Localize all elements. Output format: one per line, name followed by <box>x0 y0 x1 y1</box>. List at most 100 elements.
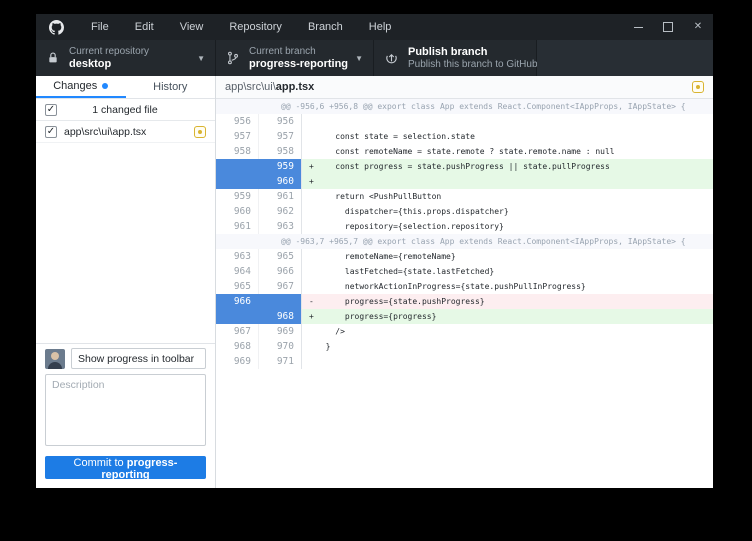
code-text: lastFetched={state.lastFetched} <box>316 267 494 276</box>
menu-view[interactable]: View <box>167 14 217 40</box>
menu-branch[interactable]: Branch <box>295 14 356 40</box>
diff-line-row[interactable]: 957957 const state = selection.state <box>216 129 713 144</box>
old-line-number[interactable]: 963 <box>216 249 259 264</box>
old-line-number[interactable]: 967 <box>216 324 259 339</box>
new-line-number[interactable]: 971 <box>259 354 302 369</box>
diff-line-row[interactable]: 967969 /> <box>216 324 713 339</box>
menu-file[interactable]: File <box>78 14 122 40</box>
old-line-number[interactable]: 969 <box>216 354 259 369</box>
diff-hunk-row[interactable]: @@ -963,7 +965,7 @@ export class App ext… <box>216 234 713 249</box>
new-line-number[interactable]: 968 <box>259 309 302 324</box>
code-text: /> <box>316 327 345 336</box>
old-line-number[interactable]: 968 <box>216 339 259 354</box>
diff-line-row[interactable]: 960 + <box>216 174 713 189</box>
new-line-number[interactable]: 967 <box>259 279 302 294</box>
code-cell: - progress={state.pushProgress} <box>302 294 713 309</box>
old-line-number[interactable]: 965 <box>216 279 259 294</box>
tab-changes[interactable]: Changes <box>36 76 126 98</box>
old-line-number[interactable]: 966 <box>216 294 259 309</box>
new-line-number[interactable]: 960 <box>259 174 302 189</box>
diff-line-row[interactable]: 966 - progress={state.pushProgress} <box>216 294 713 309</box>
title-bar: File Edit View Repository Branch Help ✕ <box>36 14 713 40</box>
diff-line-row[interactable]: 963965 remoteName={remoteName} <box>216 249 713 264</box>
old-line-number[interactable]: 959 <box>216 189 259 204</box>
new-line-number[interactable]: 962 <box>259 204 302 219</box>
diff-line-row[interactable]: 965967 networkActionInProgress={state.pu… <box>216 279 713 294</box>
new-line-number[interactable]: 958 <box>259 144 302 159</box>
diff-line-row[interactable]: 968+ progress={progress} <box>216 309 713 324</box>
new-line-number[interactable]: 956 <box>259 114 302 129</box>
code-cell: /> <box>302 324 713 339</box>
new-line-number[interactable] <box>259 294 302 309</box>
branch-name: progress-reporting <box>249 58 347 71</box>
code-text: progress={state.pushProgress} <box>316 297 485 306</box>
diff-marker: + <box>309 174 314 189</box>
repository-label: Current repository <box>69 46 149 58</box>
old-line-number[interactable]: 958 <box>216 144 259 159</box>
diff-line-row[interactable]: 959961 return <PushPullButton <box>216 189 713 204</box>
publish-branch-button[interactable]: Publish branch Publish this branch to Gi… <box>374 40 537 76</box>
new-line-number[interactable]: 963 <box>259 219 302 234</box>
old-line-number[interactable] <box>216 174 259 189</box>
old-line-number[interactable]: 956 <box>216 114 259 129</box>
old-line-number[interactable]: 960 <box>216 204 259 219</box>
diff-line-row[interactable]: 961963 repository={selection.repository} <box>216 219 713 234</box>
menu-edit[interactable]: Edit <box>122 14 167 40</box>
code-text: networkActionInProgress={state.pushPullI… <box>316 282 586 291</box>
maximize-button[interactable] <box>653 14 683 40</box>
modified-badge-icon <box>692 81 704 93</box>
menu-repository[interactable]: Repository <box>216 14 295 40</box>
new-line-number[interactable]: 957 <box>259 129 302 144</box>
git-branch-icon <box>226 51 240 65</box>
current-repository-button[interactable]: Current repository desktop ▼ <box>36 40 216 76</box>
diff-marker: + <box>309 159 314 174</box>
close-icon: ✕ <box>694 22 702 32</box>
diff-hunk-row[interactable]: @@ -956,6 +956,8 @@ export class App ext… <box>216 99 713 114</box>
diff-line-row[interactable]: 958958 const remoteName = state.remote ?… <box>216 144 713 159</box>
modified-badge-icon <box>194 126 206 138</box>
code-text: dispatcher={this.props.dispatcher} <box>316 207 509 216</box>
diff-line-row[interactable]: 956956 <box>216 114 713 129</box>
changed-files-header: ✓ 1 changed file <box>36 99 215 121</box>
code-cell: return <PushPullButton <box>302 189 713 204</box>
commit-description-input[interactable] <box>45 374 206 446</box>
old-line-number[interactable]: 961 <box>216 219 259 234</box>
chevron-down-icon: ▼ <box>189 54 205 63</box>
tab-history[interactable]: History <box>126 76 216 98</box>
changed-file-row[interactable]: ✓ app\src\ui\app.tsx <box>36 121 215 143</box>
hunk-header-text: @@ -963,7 +965,7 @@ export class App ext… <box>216 234 713 249</box>
diff-line-row[interactable]: 969971 <box>216 354 713 369</box>
diff-line-row[interactable]: 968970 } <box>216 339 713 354</box>
minimize-button[interactable] <box>623 14 653 40</box>
new-line-number[interactable]: 959 <box>259 159 302 174</box>
new-line-number[interactable]: 969 <box>259 324 302 339</box>
diff-line-row[interactable]: 960962 dispatcher={this.props.dispatcher… <box>216 204 713 219</box>
menu-help[interactable]: Help <box>356 14 405 40</box>
file-checkbox[interactable]: ✓ <box>45 126 57 138</box>
include-all-checkbox[interactable]: ✓ <box>45 104 57 116</box>
new-line-number[interactable]: 961 <box>259 189 302 204</box>
new-line-number[interactable]: 965 <box>259 249 302 264</box>
code-text: progress={progress} <box>316 312 436 321</box>
lock-icon <box>46 51 60 65</box>
old-line-number[interactable] <box>216 309 259 324</box>
old-line-number[interactable] <box>216 159 259 174</box>
code-text: return <PushPullButton <box>316 192 441 201</box>
diff-line-row[interactable]: 964966 lastFetched={state.lastFetched} <box>216 264 713 279</box>
commit-summary-input[interactable] <box>71 348 206 369</box>
close-button[interactable]: ✕ <box>683 14 713 40</box>
menu-bar: File Edit View Repository Branch Help <box>78 14 404 40</box>
diff-line-row[interactable]: 959+ const progress = state.pushProgress… <box>216 159 713 174</box>
old-line-number[interactable]: 957 <box>216 129 259 144</box>
new-line-number[interactable]: 966 <box>259 264 302 279</box>
commit-button[interactable]: Commit to progress-reporting <box>45 456 206 479</box>
commit-area: Commit to progress-reporting <box>36 343 215 488</box>
hunk-header-text: @@ -956,6 +956,8 @@ export class App ext… <box>216 99 713 114</box>
new-line-number[interactable]: 970 <box>259 339 302 354</box>
current-branch-button[interactable]: Current branch progress-reporting ▼ <box>216 40 374 76</box>
code-text: } <box>316 342 330 351</box>
repository-name: desktop <box>69 58 149 71</box>
code-cell: + <box>302 174 713 189</box>
minimize-icon <box>634 27 643 28</box>
old-line-number[interactable]: 964 <box>216 264 259 279</box>
